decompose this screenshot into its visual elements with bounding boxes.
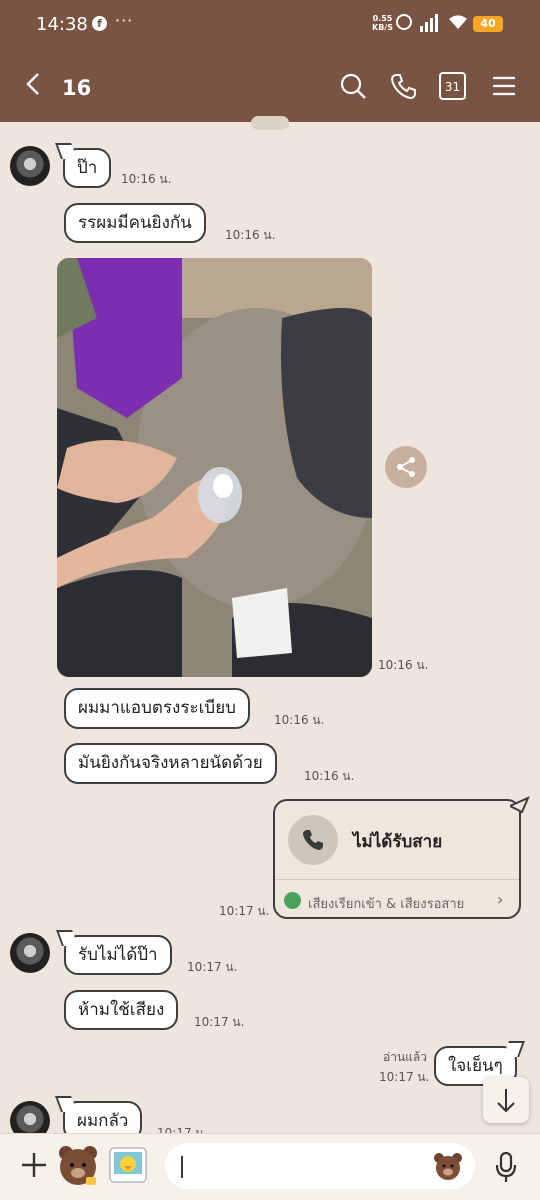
scroll-to-bottom-button[interactable] bbox=[483, 1077, 529, 1123]
network-speed: 0.55 KB/S bbox=[372, 14, 393, 32]
chevron-right-icon: › bbox=[497, 890, 504, 909]
message-time: 10:16 น. bbox=[121, 172, 172, 186]
message-bubble[interactable]: รับไม่ได้ป๊า bbox=[64, 935, 172, 975]
chat-title: 16 bbox=[62, 76, 92, 100]
clock: 14:38 bbox=[36, 14, 88, 35]
ringtone-link[interactable]: เสียงเรียกเข้า & เสียงรอสาย bbox=[308, 893, 464, 914]
arrow-down-icon bbox=[497, 1089, 515, 1113]
missed-call-card[interactable]: ไม่ได้รับสาย เสียงเรียกเข้า & เสียงรอสาย… bbox=[273, 799, 521, 919]
message-bubble[interactable]: ป๊า bbox=[63, 148, 112, 188]
search-icon[interactable] bbox=[339, 72, 367, 100]
message-time: 10:17 น. bbox=[187, 960, 238, 974]
menu-icon[interactable] bbox=[490, 72, 518, 100]
message-time: 10:17 น. bbox=[219, 904, 270, 918]
alarm-icon bbox=[396, 14, 412, 30]
message-bubble[interactable]: มันยิงกันจริงหลายนัดด้วย bbox=[64, 743, 277, 784]
emoji-bear-icon[interactable] bbox=[433, 1152, 463, 1180]
avatar[interactable] bbox=[10, 933, 50, 973]
missed-call-title: ไม่ได้รับสาย bbox=[353, 832, 443, 852]
text-cursor bbox=[181, 1156, 183, 1178]
sticker-sally-icon[interactable] bbox=[108, 1146, 148, 1184]
bubble-tail bbox=[510, 796, 530, 814]
divider bbox=[275, 879, 519, 880]
phone-icon bbox=[303, 830, 323, 850]
phone-icon[interactable] bbox=[390, 72, 418, 100]
wifi-icon bbox=[449, 15, 467, 29]
photo-message[interactable] bbox=[57, 258, 372, 677]
music-note-icon bbox=[284, 892, 301, 909]
share-icon bbox=[397, 457, 415, 477]
read-receipt: อ่านแล้ว bbox=[383, 1050, 427, 1064]
message-bubble[interactable]: ผมมาแอบตรงระเบียบ bbox=[64, 688, 250, 729]
message-bubble[interactable]: รรผมมีคนยิงกัน bbox=[64, 203, 206, 243]
date-separator bbox=[251, 116, 289, 130]
message-time: 10:17 น. bbox=[194, 1015, 245, 1029]
status-bar: 14:38 f ··· 0.55 KB/S 40 bbox=[0, 0, 540, 48]
message-input[interactable] bbox=[165, 1143, 475, 1189]
message-input-bar bbox=[0, 1133, 540, 1200]
microphone-icon[interactable] bbox=[494, 1151, 518, 1183]
back-icon[interactable] bbox=[24, 72, 42, 96]
facebook-icon: f bbox=[92, 16, 107, 31]
message-time: 10:16 น. bbox=[378, 658, 429, 672]
signal-icon bbox=[420, 14, 442, 32]
message-time: 10:16 น. bbox=[274, 713, 325, 727]
message-time: 10:17 น. bbox=[379, 1070, 430, 1084]
battery-icon: 40 bbox=[473, 16, 503, 32]
message-time: 10:16 น. bbox=[304, 769, 355, 783]
more-dots-icon: ··· bbox=[115, 11, 134, 30]
photo-image bbox=[57, 258, 372, 677]
plus-icon[interactable] bbox=[18, 1149, 50, 1181]
share-button[interactable] bbox=[385, 446, 427, 488]
chat-header: 16 31 bbox=[0, 48, 540, 122]
message-bubble[interactable]: ห้ามใช้เสียง bbox=[64, 990, 179, 1030]
call-icon-circle bbox=[288, 815, 338, 865]
calendar-icon[interactable]: 31 bbox=[439, 72, 466, 100]
avatar[interactable] bbox=[10, 146, 50, 186]
sticker-brown-icon[interactable] bbox=[56, 1143, 100, 1187]
message-time: 10:16 น. bbox=[225, 228, 276, 242]
